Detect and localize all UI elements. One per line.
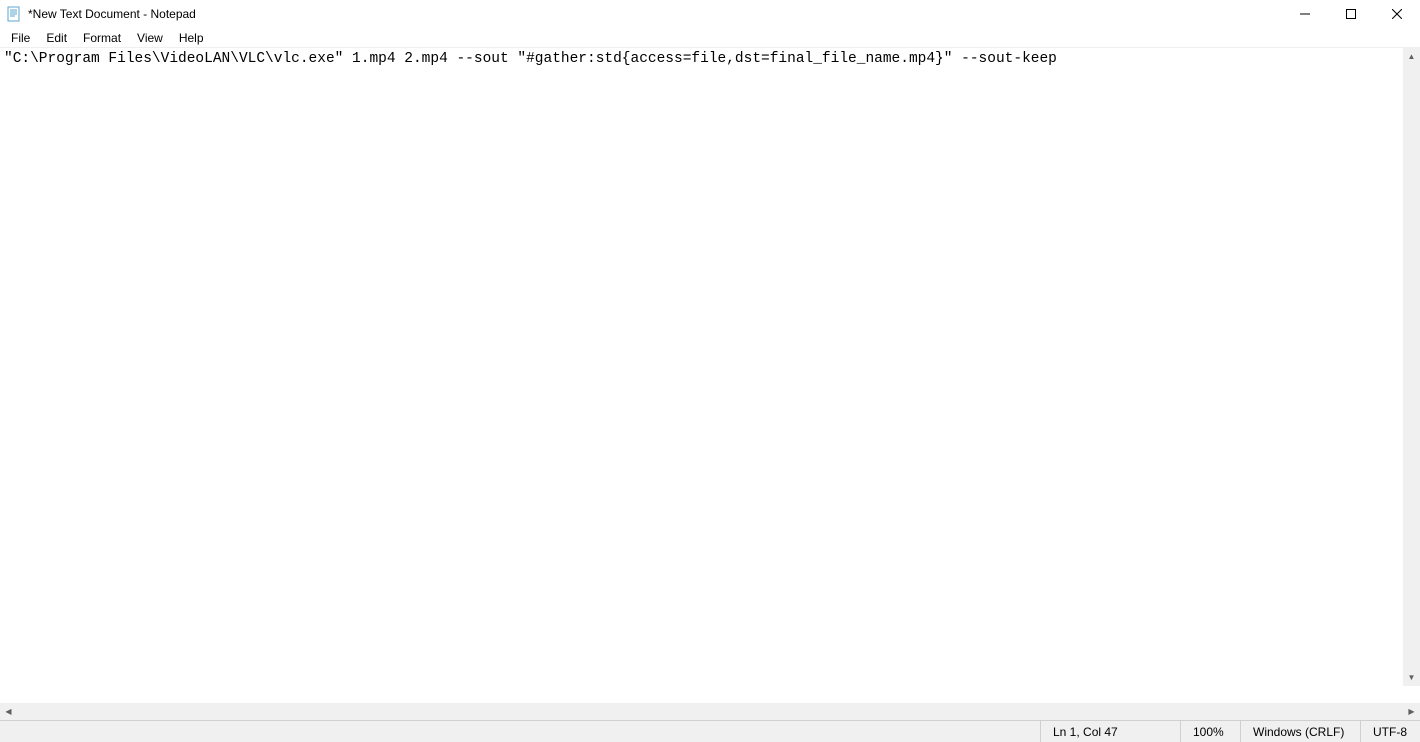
scroll-right-icon[interactable]: ▶ (1403, 703, 1420, 720)
minimize-icon (1300, 9, 1310, 19)
maximize-button[interactable] (1328, 0, 1374, 28)
menu-view[interactable]: View (130, 29, 170, 47)
scroll-down-icon[interactable]: ▼ (1403, 669, 1420, 686)
scroll-up-icon[interactable]: ▲ (1403, 48, 1420, 65)
menu-format[interactable]: Format (76, 29, 128, 47)
vertical-scrollbar[interactable]: ▲ ▼ (1403, 48, 1420, 686)
window-title: *New Text Document - Notepad (28, 7, 196, 21)
editor-area: ▲ ▼ (0, 48, 1420, 703)
status-position: Ln 1, Col 47 (1040, 721, 1180, 742)
statusbar: Ln 1, Col 47 100% Windows (CRLF) UTF-8 (0, 720, 1420, 742)
maximize-icon (1346, 9, 1356, 19)
close-button[interactable] (1374, 0, 1420, 28)
scroll-left-icon[interactable]: ◀ (0, 703, 17, 720)
titlebar: *New Text Document - Notepad (0, 0, 1420, 28)
notepad-icon (6, 6, 22, 22)
window-controls (1282, 0, 1420, 28)
status-zoom: 100% (1180, 721, 1240, 742)
titlebar-left: *New Text Document - Notepad (6, 6, 196, 22)
menu-file[interactable]: File (4, 29, 37, 47)
menu-help[interactable]: Help (172, 29, 211, 47)
menu-edit[interactable]: Edit (39, 29, 74, 47)
minimize-button[interactable] (1282, 0, 1328, 28)
close-icon (1392, 9, 1402, 19)
horizontal-scrollbar[interactable]: ◀ ▶ (0, 703, 1420, 720)
text-editor[interactable] (0, 48, 1420, 703)
status-encoding: UTF-8 (1360, 721, 1420, 742)
menubar: File Edit Format View Help (0, 28, 1420, 48)
status-line-ending: Windows (CRLF) (1240, 721, 1360, 742)
